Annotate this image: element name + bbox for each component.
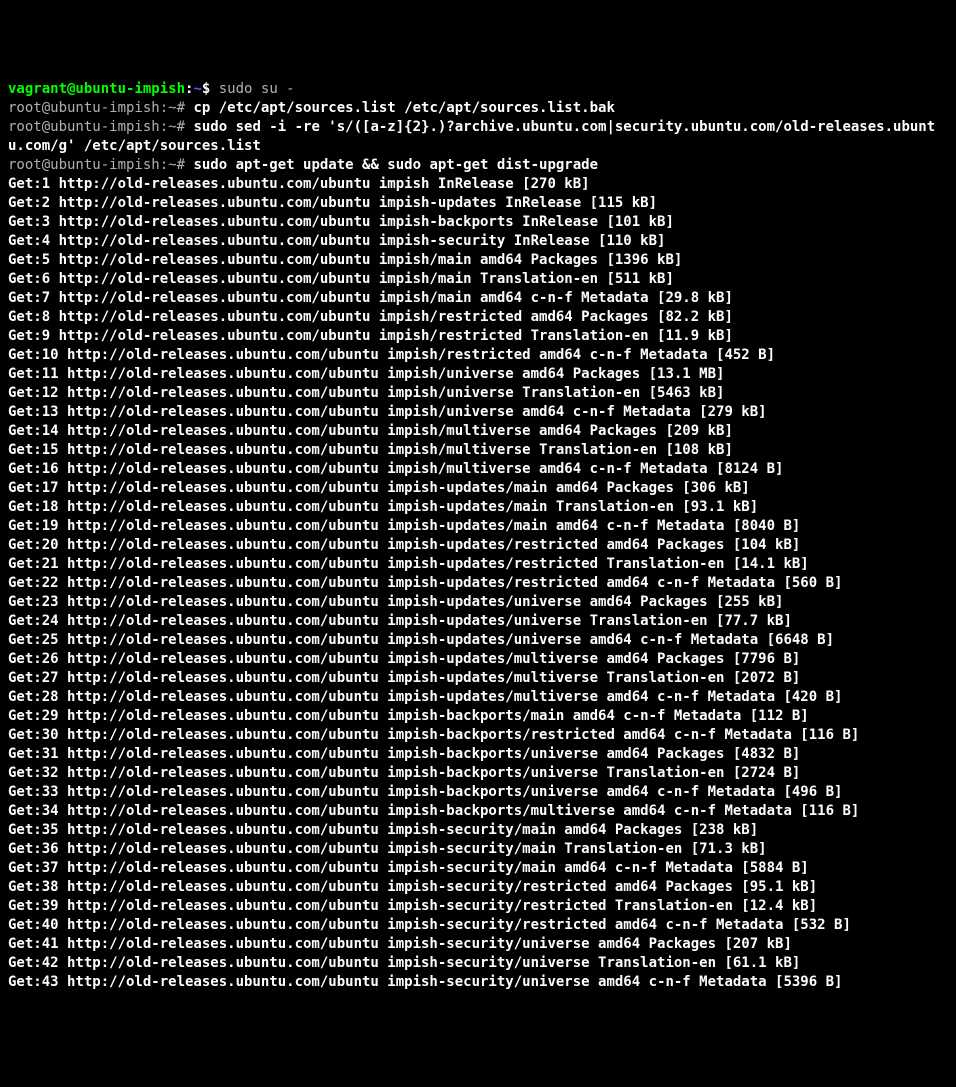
output-line: Get:43 http://old-releases.ubuntu.com/ub… (8, 973, 948, 992)
output-line: Get:39 http://old-releases.ubuntu.com/ub… (8, 897, 948, 916)
output-line: Get:16 http://old-releases.ubuntu.com/ub… (8, 460, 948, 479)
output-line: Get:3 http://old-releases.ubuntu.com/ubu… (8, 213, 948, 232)
output-line: Get:37 http://old-releases.ubuntu.com/ub… (8, 859, 948, 878)
output-line: Get:38 http://old-releases.ubuntu.com/ub… (8, 878, 948, 897)
output-line: Get:4 http://old-releases.ubuntu.com/ubu… (8, 232, 948, 251)
output-line: Get:28 http://old-releases.ubuntu.com/ub… (8, 688, 948, 707)
output-line: Get:15 http://old-releases.ubuntu.com/ub… (8, 441, 948, 460)
prompt-line-2: root@ubuntu-impish:~# sudo sed -i -re 's… (8, 118, 948, 156)
output-line: Get:26 http://old-releases.ubuntu.com/ub… (8, 650, 948, 669)
output-line: Get:1 http://old-releases.ubuntu.com/ubu… (8, 175, 948, 194)
output-line: Get:41 http://old-releases.ubuntu.com/ub… (8, 935, 948, 954)
output-line: Get:20 http://old-releases.ubuntu.com/ub… (8, 536, 948, 555)
output-line: Get:30 http://old-releases.ubuntu.com/ub… (8, 726, 948, 745)
output-line: Get:7 http://old-releases.ubuntu.com/ubu… (8, 289, 948, 308)
output-line: Get:13 http://old-releases.ubuntu.com/ub… (8, 403, 948, 422)
command-text: cp /etc/apt/sources.list /etc/apt/source… (193, 100, 614, 116)
terminal-output[interactable]: vagrant@ubuntu-impish:~$ sudo su -root@u… (8, 80, 948, 992)
output-line: Get:34 http://old-releases.ubuntu.com/ub… (8, 802, 948, 821)
output-line: Get:22 http://old-releases.ubuntu.com/ub… (8, 574, 948, 593)
output-line: Get:8 http://old-releases.ubuntu.com/ubu… (8, 308, 948, 327)
output-line: Get:5 http://old-releases.ubuntu.com/ubu… (8, 251, 948, 270)
output-line: Get:36 http://old-releases.ubuntu.com/ub… (8, 840, 948, 859)
output-line: Get:32 http://old-releases.ubuntu.com/ub… (8, 764, 948, 783)
output-line: Get:29 http://old-releases.ubuntu.com/ub… (8, 707, 948, 726)
output-line: Get:11 http://old-releases.ubuntu.com/ub… (8, 365, 948, 384)
output-line: Get:14 http://old-releases.ubuntu.com/ub… (8, 422, 948, 441)
output-line: Get:42 http://old-releases.ubuntu.com/ub… (8, 954, 948, 973)
command-text: sudo su - (219, 81, 295, 97)
output-line: Get:18 http://old-releases.ubuntu.com/ub… (8, 498, 948, 517)
output-line: Get:31 http://old-releases.ubuntu.com/ub… (8, 745, 948, 764)
output-line: Get:25 http://old-releases.ubuntu.com/ub… (8, 631, 948, 650)
output-line: Get:6 http://old-releases.ubuntu.com/ubu… (8, 270, 948, 289)
prompt-line-1: root@ubuntu-impish:~# cp /etc/apt/source… (8, 99, 948, 118)
output-line: Get:17 http://old-releases.ubuntu.com/ub… (8, 479, 948, 498)
output-line: Get:9 http://old-releases.ubuntu.com/ubu… (8, 327, 948, 346)
output-line: Get:40 http://old-releases.ubuntu.com/ub… (8, 916, 948, 935)
output-line: Get:12 http://old-releases.ubuntu.com/ub… (8, 384, 948, 403)
output-line: Get:23 http://old-releases.ubuntu.com/ub… (8, 593, 948, 612)
output-line: Get:19 http://old-releases.ubuntu.com/ub… (8, 517, 948, 536)
prompt-line-0: vagrant@ubuntu-impish:~$ sudo su - (8, 80, 948, 99)
output-line: Get:33 http://old-releases.ubuntu.com/ub… (8, 783, 948, 802)
command-text: sudo apt-get update && sudo apt-get dist… (193, 157, 598, 173)
output-line: Get:10 http://old-releases.ubuntu.com/ub… (8, 346, 948, 365)
output-line: Get:21 http://old-releases.ubuntu.com/ub… (8, 555, 948, 574)
prompt-line-3: root@ubuntu-impish:~# sudo apt-get updat… (8, 156, 948, 175)
output-line: Get:35 http://old-releases.ubuntu.com/ub… (8, 821, 948, 840)
output-line: Get:27 http://old-releases.ubuntu.com/ub… (8, 669, 948, 688)
output-line: Get:2 http://old-releases.ubuntu.com/ubu… (8, 194, 948, 213)
output-line: Get:24 http://old-releases.ubuntu.com/ub… (8, 612, 948, 631)
